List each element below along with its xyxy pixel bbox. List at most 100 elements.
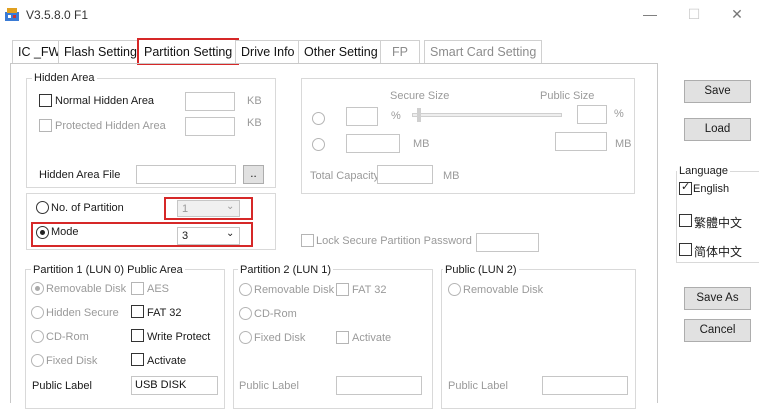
normal-hidden-area-unit: KB <box>247 95 262 107</box>
english-label: English <box>693 183 730 195</box>
public-percent-input[interactable] <box>577 105 607 124</box>
p1-write-protect-label: Write Protect <box>147 331 211 343</box>
p2-fat32-checkbox[interactable] <box>336 283 349 296</box>
size-slider-track[interactable] <box>412 113 562 117</box>
p1-cdrom-radio[interactable] <box>31 330 44 343</box>
lock-password-checkbox[interactable] <box>301 234 314 247</box>
lock-password-label: Lock Secure Partition Password <box>316 235 472 247</box>
no-of-partition-value: 1 <box>182 203 189 215</box>
tab-smart-card-setting[interactable]: Smart Card Setting <box>424 40 543 63</box>
lun2-public-label-label: Public Label <box>448 380 508 392</box>
p2-fixed-radio[interactable] <box>239 331 252 344</box>
p1-public-label-input[interactable]: USB DISK <box>131 376 218 395</box>
browse-button[interactable]: .. <box>243 165 264 184</box>
p2-cdrom-label: CD-Rom <box>254 308 297 320</box>
window-title: V3.5.8.0 F1 <box>26 8 89 22</box>
lun2-public-label-input[interactable] <box>542 376 628 395</box>
minimize-button[interactable]: — <box>640 4 660 24</box>
maximize-button[interactable]: ☐ <box>684 4 704 24</box>
hidden-area-file-input[interactable] <box>136 165 236 184</box>
mode-value: 3 <box>182 230 189 242</box>
p1-cdrom-label: CD-Rom <box>46 331 89 343</box>
public-size-label: Public Size <box>540 90 595 102</box>
normal-hidden-area-input[interactable] <box>185 92 235 111</box>
chevron-down-icon: ⌄ <box>226 228 235 239</box>
secure-mb-input[interactable] <box>346 134 400 153</box>
lock-password-input[interactable] <box>476 233 539 252</box>
tab-fp[interactable]: FP <box>380 40 420 63</box>
p1-aes-label: AES <box>147 283 170 295</box>
public-percent-unit: % <box>614 108 624 120</box>
public-mb-unit: MB <box>615 138 632 150</box>
hidden-area-file-label: Hidden Area File <box>39 169 121 181</box>
partition2-group-label: Partition 2 (LUN 1) <box>238 264 334 276</box>
hidden-area-group-label: Hidden Area <box>32 72 97 84</box>
p1-activate-label: Activate <box>147 355 187 367</box>
total-capacity-input[interactable] <box>377 165 433 184</box>
total-capacity-unit: MB <box>443 170 460 182</box>
language-group-label: Language <box>677 165 730 177</box>
total-capacity-label: Total Capacity <box>310 170 380 182</box>
secure-percent-radio[interactable] <box>312 112 325 125</box>
trad-chinese-checkbox[interactable] <box>679 214 692 227</box>
p1-write-protect-checkbox[interactable] <box>131 329 144 342</box>
p2-removable-label: Removable Disk <box>254 284 335 296</box>
save-button[interactable]: Save <box>684 80 751 103</box>
p1-hidden-secure-label: Hidden Secure <box>46 307 119 319</box>
p2-cdrom-radio[interactable] <box>239 307 252 320</box>
p2-public-label-input[interactable] <box>336 376 422 395</box>
p1-fat32-checkbox[interactable] <box>131 305 144 318</box>
p1-hidden-secure-radio[interactable] <box>31 306 44 319</box>
partition1-group-label: Partition 1 (LUN 0) Public Area <box>31 264 185 276</box>
normal-hidden-area-checkbox[interactable] <box>39 94 52 107</box>
trad-chinese-label: 繁體中文 <box>694 216 743 230</box>
lun2-removable-label: Removable Disk <box>463 284 544 296</box>
chevron-down-icon: ⌄ <box>226 201 235 212</box>
p1-fat32-label: FAT 32 <box>147 307 182 319</box>
simp-chinese-checkbox[interactable] <box>679 243 692 256</box>
tab-other-setting[interactable]: Other Setting <box>298 40 384 63</box>
mode-radio[interactable] <box>36 226 49 239</box>
normal-hidden-area-label: Normal Hidden Area <box>55 95 155 107</box>
public-mb-input[interactable] <box>555 132 607 151</box>
p2-removable-radio[interactable] <box>239 283 252 296</box>
title-bar: V3.5.8.0 F1 — ☐ ✕ <box>0 0 759 30</box>
secure-mb-radio[interactable] <box>312 138 325 151</box>
p2-fixed-label: Fixed Disk <box>254 332 306 344</box>
protected-hidden-area-unit: KB <box>247 117 262 129</box>
close-button[interactable]: ✕ <box>727 4 747 24</box>
tab-partition-setting[interactable]: Partition Setting <box>137 38 240 65</box>
public-lun2-group-label: Public (LUN 2) <box>443 264 519 276</box>
secure-size-label: Secure Size <box>390 90 450 102</box>
size-slider-thumb[interactable] <box>417 108 421 122</box>
load-button[interactable]: Load <box>684 118 751 141</box>
protected-hidden-area-label: Protected Hidden Area <box>55 120 166 132</box>
tab-drive-info[interactable]: Drive Info <box>235 40 301 63</box>
p1-removable-radio[interactable] <box>31 282 44 295</box>
secure-mb-unit: MB <box>413 138 430 150</box>
mode-select[interactable]: 3 ⌄ <box>177 227 240 245</box>
secure-percent-input[interactable] <box>346 107 378 126</box>
p2-activate-checkbox[interactable] <box>336 331 349 344</box>
protected-hidden-area-checkbox[interactable] <box>39 119 52 132</box>
p1-public-label-label: Public Label <box>32 380 92 392</box>
app-icon <box>5 8 19 21</box>
p1-activate-checkbox[interactable] <box>131 353 144 366</box>
save-as-button[interactable]: Save As <box>684 287 751 310</box>
simp-chinese-label: 简体中文 <box>694 245 743 259</box>
secure-percent-unit: % <box>391 110 401 122</box>
lun2-removable-radio[interactable] <box>448 283 461 296</box>
cancel-button[interactable]: Cancel <box>684 319 751 342</box>
protected-hidden-area-input[interactable] <box>185 117 235 136</box>
tab-flash-setting[interactable]: Flash Setting <box>58 40 143 63</box>
p2-public-label-label: Public Label <box>239 380 299 392</box>
p1-aes-checkbox[interactable] <box>131 282 144 295</box>
p1-fixed-label: Fixed Disk <box>46 355 98 367</box>
p1-fixed-radio[interactable] <box>31 354 44 367</box>
mode-label: Mode <box>51 226 79 238</box>
p1-removable-label: Removable Disk <box>46 283 127 295</box>
p2-activate-label: Activate <box>352 332 392 344</box>
no-of-partition-select[interactable]: 1 ⌄ <box>177 200 240 217</box>
english-checkbox[interactable]: ✓ <box>679 181 692 195</box>
no-of-partition-radio[interactable] <box>36 201 49 214</box>
